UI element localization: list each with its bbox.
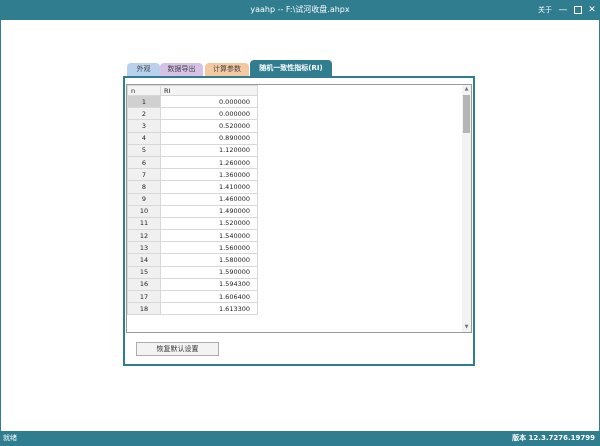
table-row[interactable]: 3 0.520000 <box>127 119 258 133</box>
scroll-up-icon[interactable]: ▲ <box>462 85 471 94</box>
ri-value-cell[interactable]: 1.580000 <box>160 253 258 267</box>
table-row[interactable]: 6 1.260000 <box>127 155 258 170</box>
ri-value-cell[interactable]: 1.520000 <box>160 216 258 231</box>
row-index-cell[interactable]: 16 <box>127 277 161 292</box>
ri-value-cell[interactable]: 1.613300 <box>160 302 258 316</box>
table-row[interactable]: 12 1.540000 <box>127 229 258 243</box>
table-row[interactable]: 11 1.520000 <box>127 216 258 231</box>
ri-value-cell[interactable]: 1.560000 <box>160 241 258 255</box>
ri-value-cell[interactable]: 1.360000 <box>160 168 258 182</box>
table-row[interactable]: 9 1.460000 <box>127 192 258 206</box>
row-index-cell[interactable]: 1 <box>127 94 161 109</box>
row-index-cell[interactable]: 8 <box>127 180 161 194</box>
row-index-cell[interactable]: 12 <box>127 229 161 243</box>
row-index-cell[interactable]: 14 <box>127 253 161 267</box>
row-index-cell[interactable]: 10 <box>127 204 161 218</box>
ri-value-cell[interactable]: 0.890000 <box>160 131 258 145</box>
ri-value-cell[interactable]: 1.590000 <box>160 265 258 279</box>
table-row[interactable]: 13 1.560000 <box>127 241 258 255</box>
column-header-n[interactable]: n <box>127 85 161 96</box>
status-bar: 就绪 版本 12.3.7276.19799 <box>0 431 600 446</box>
maximize-icon <box>574 6 582 14</box>
ri-grid[interactable]: n RI 1 0.000000 2 0.000000 3 0.520000 4 0.89000… <box>126 84 472 333</box>
ri-panel: n RI 1 0.000000 2 0.000000 3 0.520000 4 0.89000… <box>123 76 475 366</box>
table-row[interactable]: 14 1.580000 <box>127 253 258 267</box>
row-index-cell[interactable]: 11 <box>127 216 161 231</box>
ri-value-cell[interactable]: 1.260000 <box>160 155 258 170</box>
table-row[interactable]: 4 0.890000 <box>127 131 258 145</box>
window-title: yaahp -- F:\试河收盘.ahpx <box>250 5 350 14</box>
ri-value-cell[interactable]: 1.120000 <box>160 143 258 157</box>
status-text: 就绪 <box>3 434 17 442</box>
table-row[interactable]: 7 1.360000 <box>127 168 258 182</box>
scroll-thumb[interactable] <box>463 95 470 133</box>
row-index-cell[interactable]: 18 <box>127 302 161 316</box>
version-label: 版本 12.3.7276.19799 <box>512 434 595 442</box>
ri-value-cell[interactable]: 0.520000 <box>160 119 258 133</box>
row-index-cell[interactable]: 6 <box>127 155 161 170</box>
about-link[interactable]: 关于 <box>538 0 552 20</box>
table-row[interactable]: 8 1.410000 <box>127 180 258 194</box>
ri-value-cell[interactable]: 0.000000 <box>160 107 258 121</box>
tab-appearance[interactable]: 外观 <box>127 63 160 76</box>
scroll-down-icon[interactable]: ▼ <box>462 323 471 332</box>
ri-value-cell[interactable]: 1.490000 <box>160 204 258 218</box>
close-button[interactable]: ✕ <box>587 5 597 15</box>
maximize-button[interactable] <box>573 5 583 15</box>
row-index-cell[interactable]: 15 <box>127 265 161 279</box>
tab-calc-params[interactable]: 计算参数 <box>205 63 249 76</box>
row-index-cell[interactable]: 4 <box>127 131 161 145</box>
tab-random-index[interactable]: 随机一致性指标(RI) <box>250 60 332 76</box>
row-index-cell[interactable]: 9 <box>127 192 161 206</box>
row-index-cell[interactable]: 7 <box>127 168 161 182</box>
title-bar: yaahp -- F:\试河收盘.ahpx 关于 — ✕ <box>0 0 600 20</box>
ri-table: n RI 1 0.000000 2 0.000000 3 0.520000 4 0.89000… <box>127 85 258 316</box>
table-row[interactable]: 15 1.590000 <box>127 265 258 279</box>
table-row[interactable]: 5 1.120000 <box>127 143 258 157</box>
table-row[interactable]: 1 0.000000 <box>127 94 258 109</box>
row-index-cell[interactable]: 2 <box>127 107 161 121</box>
restore-defaults-button[interactable]: 恢复默认设置 <box>136 342 219 356</box>
table-row[interactable]: 17 1.606400 <box>127 289 258 304</box>
minimize-button[interactable]: — <box>558 5 568 15</box>
row-index-cell[interactable]: 5 <box>127 143 161 157</box>
table-row[interactable]: 10 1.490000 <box>127 204 258 218</box>
table-row[interactable]: 18 1.613300 <box>127 302 258 316</box>
tab-data-export[interactable]: 数据导出 <box>160 63 203 76</box>
column-header-ri[interactable]: RI <box>160 85 258 96</box>
ri-value-cell[interactable]: 1.460000 <box>160 192 258 206</box>
table-row[interactable]: 2 0.000000 <box>127 107 258 121</box>
ri-value-cell[interactable]: 1.594300 <box>160 277 258 292</box>
vertical-scrollbar[interactable]: ▲ ▼ <box>462 85 471 332</box>
ri-value-cell[interactable]: 1.410000 <box>160 180 258 194</box>
window-border-left <box>0 20 1 431</box>
ri-value-cell[interactable]: 1.540000 <box>160 229 258 243</box>
row-index-cell[interactable]: 17 <box>127 289 161 304</box>
row-index-cell[interactable]: 3 <box>127 119 161 133</box>
table-row[interactable]: 16 1.594300 <box>127 277 258 292</box>
ri-value-cell[interactable]: 0.000000 <box>160 94 258 109</box>
ri-value-cell[interactable]: 1.606400 <box>160 289 258 304</box>
row-index-cell[interactable]: 13 <box>127 241 161 255</box>
